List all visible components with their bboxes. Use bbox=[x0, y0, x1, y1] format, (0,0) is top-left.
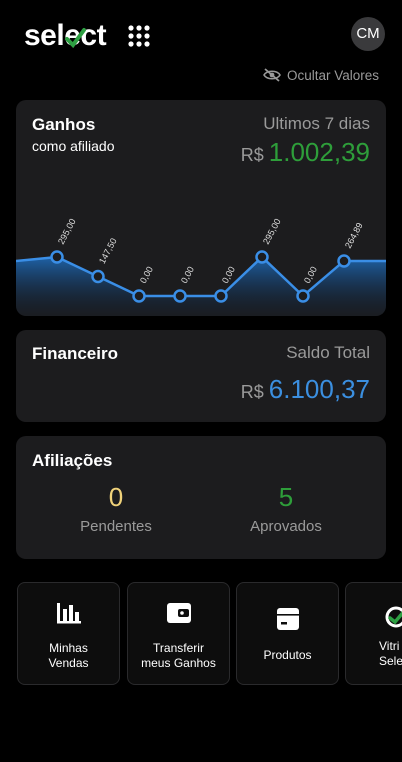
finance-title: Financeiro bbox=[32, 344, 118, 363]
approved-stat[interactable]: 5 Aprovados bbox=[226, 480, 346, 535]
hide-values-label: Ocultar Valores bbox=[286, 67, 379, 83]
chart-data-label: 0,00 bbox=[179, 265, 196, 285]
tile-label-line1: Produtos bbox=[263, 648, 312, 662]
chart-data-label: 147,50 bbox=[97, 236, 119, 265]
select-logo-icon bbox=[385, 606, 402, 628]
balance-label: Saldo Total bbox=[286, 343, 370, 362]
bar-chart-icon bbox=[56, 603, 81, 624]
wallet-icon bbox=[166, 603, 191, 623]
chart-point[interactable] bbox=[91, 269, 105, 284]
app-header: select CM bbox=[0, 0, 402, 70]
approved-count: 5 bbox=[278, 482, 294, 512]
pending-label: Pendentes bbox=[80, 518, 152, 535]
tile-label-line1: Transferir bbox=[153, 641, 204, 655]
eye-off-icon bbox=[263, 68, 281, 82]
earnings-chart: 295,00147,500,00 0,00 0,00295,000,00264,89 bbox=[16, 217, 386, 316]
shortcut-minhas-vendas[interactable]: Minhas Vendas bbox=[17, 582, 120, 685]
balance-amount: 6.100,37 bbox=[268, 374, 370, 404]
chart-point[interactable] bbox=[337, 254, 351, 268]
chart-data-label: 0,00 bbox=[138, 265, 155, 285]
approved-label: Aprovados bbox=[250, 518, 322, 535]
shortcut-vitrine-select[interactable]: Vitri Sele bbox=[345, 582, 402, 685]
pending-stat[interactable]: 0 Pendentes bbox=[56, 480, 176, 535]
chart-data-label: 0,00 bbox=[302, 265, 319, 285]
earnings-card[interactable]: Ganhos como afiliado Ultimos 7 dias R$ 1.… bbox=[16, 100, 386, 316]
chart-data-label: 295,00 bbox=[261, 217, 283, 246]
currency-symbol: R$ bbox=[240, 382, 264, 402]
chart-point[interactable] bbox=[132, 289, 146, 303]
affiliations-card[interactable]: Afiliações 0 Pendentes 5 Aprovados bbox=[16, 436, 386, 559]
balance-amount-row: R$ 6.100,37 bbox=[241, 374, 370, 405]
select-logo[interactable]: select bbox=[24, 18, 107, 54]
chart-point[interactable] bbox=[173, 289, 187, 303]
hide-values-toggle[interactable]: Ocultar Valores bbox=[263, 66, 379, 84]
shortcut-produtos[interactable]: Produtos bbox=[236, 582, 339, 685]
chart-area-fill bbox=[16, 257, 386, 316]
tile-label-line1: Vitri bbox=[379, 639, 400, 653]
apps-grid-icon[interactable] bbox=[128, 25, 150, 47]
tile-label-line1: Minhas bbox=[49, 641, 88, 655]
finance-card[interactable]: Financeiro Saldo Total R$ 6.100,37 bbox=[16, 330, 386, 422]
logo-check-icon bbox=[65, 28, 86, 49]
tile-label-line2: meus Ganhos bbox=[141, 656, 216, 670]
chart-data-label: 264,89 bbox=[343, 221, 365, 250]
tile-label-line2: Sele bbox=[379, 654, 402, 668]
tile-label-line2: Vendas bbox=[48, 656, 89, 670]
affiliations-title: Afiliações bbox=[32, 451, 113, 470]
user-avatar[interactable]: CM bbox=[351, 17, 385, 51]
chart-point[interactable] bbox=[255, 250, 269, 264]
chart-point[interactable] bbox=[214, 289, 228, 303]
product-box-icon bbox=[276, 608, 299, 630]
chart-point[interactable] bbox=[50, 250, 64, 264]
chart-point[interactable] bbox=[296, 289, 310, 303]
shortcut-transferir-ganhos[interactable]: Transferir meus Ganhos bbox=[127, 582, 230, 685]
chart-data-label: 295,00 bbox=[56, 217, 78, 246]
pending-count: 0 bbox=[108, 482, 124, 512]
